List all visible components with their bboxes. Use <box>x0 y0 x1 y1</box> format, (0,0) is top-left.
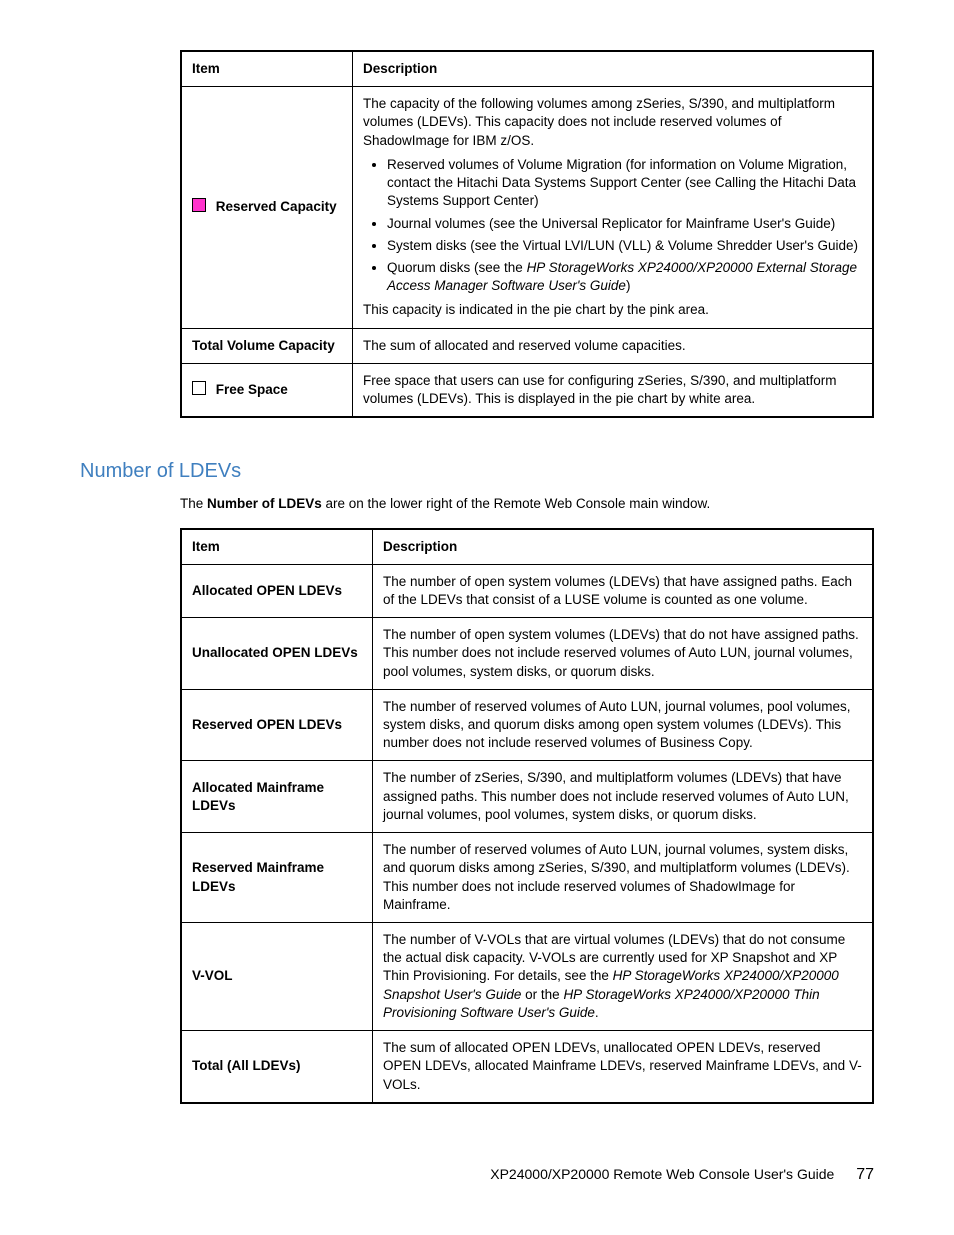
capacity-table: Item Description Reserved Capacity The c… <box>180 50 874 418</box>
item-label: Allocated OPEN LDEVs <box>181 564 373 617</box>
item-label: Reserved OPEN LDEVs <box>181 689 373 761</box>
item-label: Free Space <box>216 382 288 397</box>
desc-cell: The number of open system volumes (LDEVs… <box>373 564 874 617</box>
th-desc: Description <box>353 51 874 87</box>
page-number: 77 <box>856 1166 874 1183</box>
table-row: V-VOL The number of V-VOLs that are virt… <box>181 923 873 1031</box>
table-row: Reserved Mainframe LDEVs The number of r… <box>181 833 873 923</box>
item-label: Reserved Mainframe LDEVs <box>181 833 373 923</box>
item-label: Total (All LDEVs) <box>181 1031 373 1103</box>
table-row: Unallocated OPEN LDEVs The number of ope… <box>181 618 873 690</box>
list-item: System disks (see the Virtual LVI/LUN (V… <box>387 237 862 255</box>
item-label: Total Volume Capacity <box>192 338 335 353</box>
list-item: Journal volumes (see the Universal Repli… <box>387 215 862 233</box>
ldevs-table: Item Description Allocated OPEN LDEVs Th… <box>180 528 874 1104</box>
section-heading: Number of LDEVs <box>80 458 874 485</box>
desc-cell: The number of zSeries, S/390, and multip… <box>373 761 874 833</box>
table-row: Total (All LDEVs) The sum of allocated O… <box>181 1031 873 1103</box>
th-item: Item <box>181 529 373 565</box>
th-desc: Description <box>373 529 874 565</box>
footer-title: XP24000/XP20000 Remote Web Console User'… <box>490 1166 834 1182</box>
page-footer: XP24000/XP20000 Remote Web Console User'… <box>80 1164 874 1186</box>
list-item: Quorum disks (see the HP StorageWorks XP… <box>387 259 862 295</box>
pink-swatch-icon <box>192 198 206 212</box>
desc-outro: This capacity is indicated in the pie ch… <box>363 301 862 319</box>
table-row: Total Volume Capacity The sum of allocat… <box>181 328 873 363</box>
table-row: Allocated Mainframe LDEVs The number of … <box>181 761 873 833</box>
table-row: Reserved OPEN LDEVs The number of reserv… <box>181 689 873 761</box>
item-label: Allocated Mainframe LDEVs <box>181 761 373 833</box>
list-item: Reserved volumes of Volume Migration (fo… <box>387 156 862 211</box>
table-row: Free Space Free space that users can use… <box>181 363 873 417</box>
section-intro: The Number of LDEVs are on the lower rig… <box>180 495 874 513</box>
desc-cell: The number of open system volumes (LDEVs… <box>373 618 874 690</box>
desc-cell: Free space that users can use for config… <box>353 363 874 417</box>
table-row: Reserved Capacity The capacity of the fo… <box>181 87 873 328</box>
desc-intro: The capacity of the following volumes am… <box>363 95 862 150</box>
desc-cell: The sum of allocated and reserved volume… <box>353 328 874 363</box>
item-label: Reserved Capacity <box>216 199 337 214</box>
desc-cell: The sum of allocated OPEN LDEVs, unalloc… <box>373 1031 874 1103</box>
desc-cell: The number of reserved volumes of Auto L… <box>373 689 874 761</box>
white-swatch-icon <box>192 381 206 395</box>
item-label: Unallocated OPEN LDEVs <box>181 618 373 690</box>
bullet-list: Reserved volumes of Volume Migration (fo… <box>363 156 862 296</box>
desc-cell: The number of reserved volumes of Auto L… <box>373 833 874 923</box>
item-label: V-VOL <box>181 923 373 1031</box>
table-row: Allocated OPEN LDEVs The number of open … <box>181 564 873 617</box>
th-item: Item <box>181 51 353 87</box>
desc-cell: The number of V-VOLs that are virtual vo… <box>373 923 874 1031</box>
